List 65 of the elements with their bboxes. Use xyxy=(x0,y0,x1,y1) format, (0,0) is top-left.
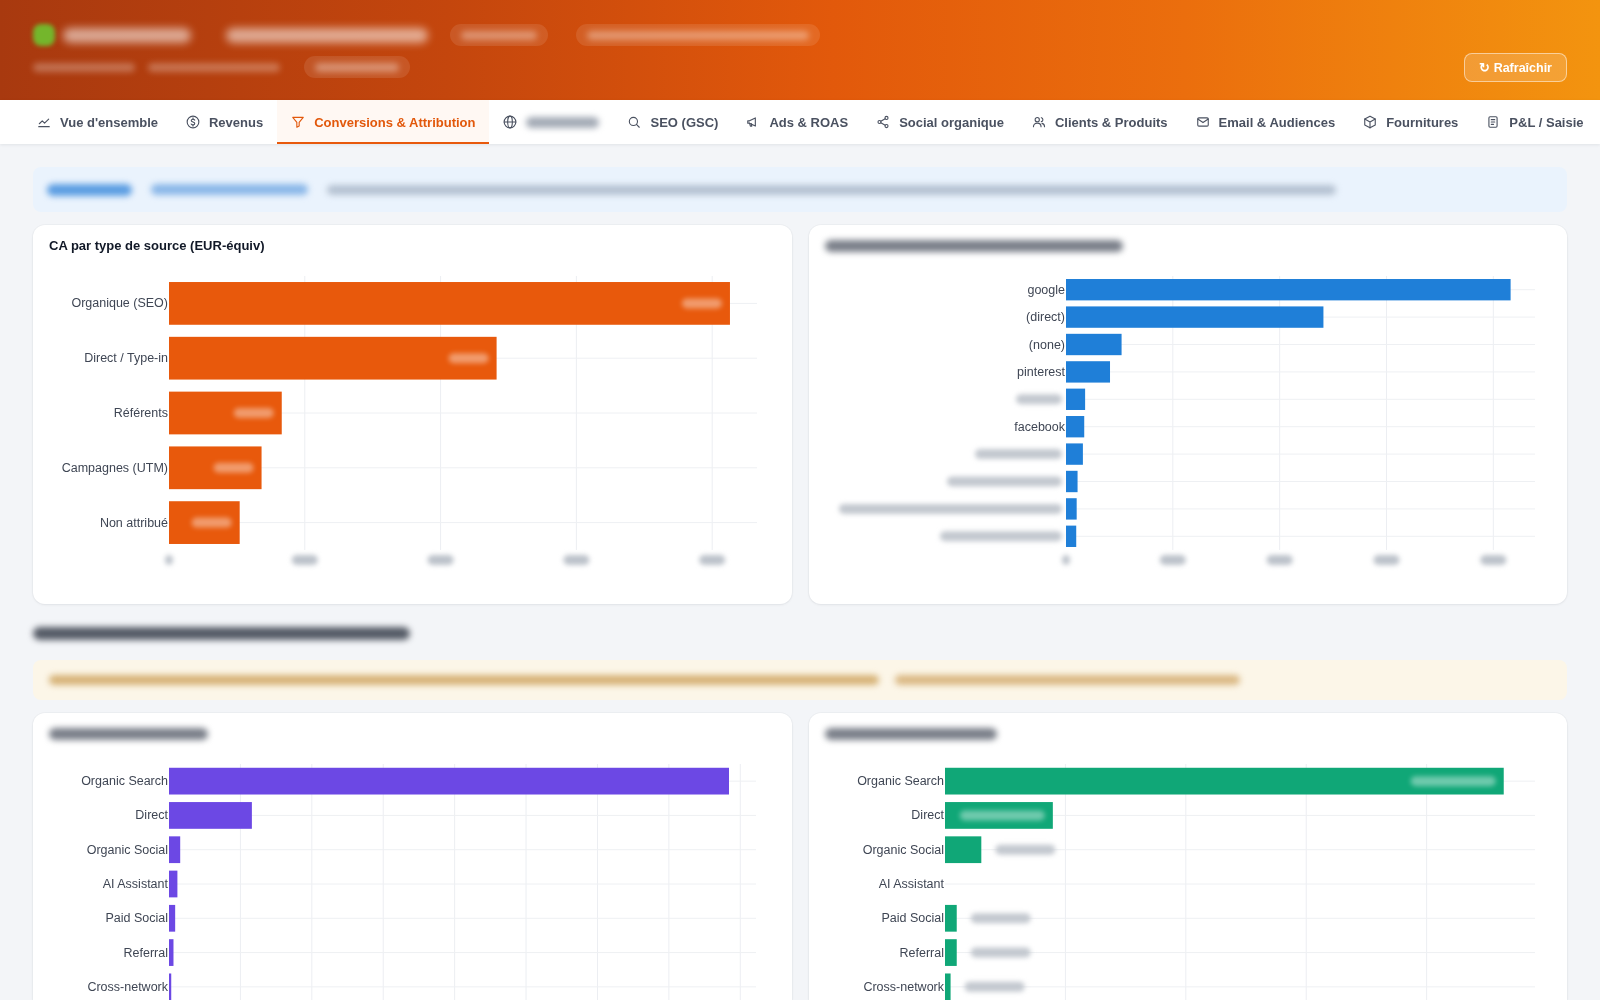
document-icon xyxy=(1486,115,1501,129)
axis-label: google xyxy=(1026,282,1065,297)
mail-icon xyxy=(1195,115,1210,129)
chart-bar xyxy=(1065,388,1085,410)
chart-bar xyxy=(1065,470,1078,493)
chart-bar xyxy=(169,836,181,864)
chart-bar xyxy=(169,973,172,1000)
axis-label: Cross-network xyxy=(87,979,168,994)
chart-bar xyxy=(1065,498,1077,520)
axis-label: Referral xyxy=(899,945,944,960)
tab[interactable]: Clients & Produits xyxy=(1017,100,1182,144)
chart-bar xyxy=(1065,333,1122,356)
funnel-icon xyxy=(291,115,306,129)
chart-title: CA par type de source (EUR-équiv) xyxy=(49,237,265,255)
dollar-icon xyxy=(186,115,200,129)
axis-label: Cross-network xyxy=(862,979,944,994)
axis-label: Organic Social xyxy=(86,842,168,857)
axis-label: Campagnes (UTM) xyxy=(61,460,168,475)
axis-label: (none) xyxy=(1028,337,1065,352)
axis-label: Non attribué xyxy=(99,515,168,530)
logo-icon xyxy=(33,24,55,46)
axis-label: facebook xyxy=(1013,419,1065,434)
chart-bar xyxy=(1065,416,1084,438)
chart-bar xyxy=(944,904,957,932)
chart-bar xyxy=(169,501,240,544)
cube-icon xyxy=(1363,115,1378,129)
axis-label: Organic Social xyxy=(862,842,944,857)
chart-bar xyxy=(1065,525,1076,547)
chart-bar xyxy=(169,870,178,898)
axis-label: Paid Social xyxy=(880,911,944,926)
axis-label: AI Assistant xyxy=(878,877,944,891)
users-icon xyxy=(1031,115,1046,129)
chart-bar xyxy=(1065,361,1110,383)
trend-line-icon xyxy=(37,115,51,129)
axis-label: Referral xyxy=(123,945,168,960)
axis-label: Paid Social xyxy=(105,911,168,926)
tab[interactable]: Conversions & Attribution xyxy=(277,100,490,144)
axis-label: Direct xyxy=(135,808,168,823)
chart-bar xyxy=(1065,443,1083,465)
blurred-text xyxy=(1015,394,1062,405)
chart-bar xyxy=(944,836,981,864)
chart-bar xyxy=(944,939,957,966)
chart-bar xyxy=(169,939,174,966)
chart-bar xyxy=(944,973,951,1000)
tab[interactable]: Vue d'ensemble xyxy=(23,100,172,144)
tab[interactable]: Revenus xyxy=(172,100,278,144)
globe-icon xyxy=(503,115,518,129)
axis-label: Organic Search xyxy=(81,774,168,789)
axis-label: pinterest xyxy=(1016,364,1065,379)
chart-bar xyxy=(169,904,176,932)
axis-label: (direct) xyxy=(1025,310,1065,325)
axis-label: AI Assistant xyxy=(102,877,168,891)
tab[interactable]: Ads & ROAS xyxy=(732,100,863,144)
tab[interactable]: Fournitures xyxy=(1349,100,1473,144)
tab[interactable]: SEO (GSC) xyxy=(613,100,733,144)
tab[interactable]: Social organique xyxy=(862,100,1018,144)
axis-label: Référents xyxy=(113,406,168,420)
search-icon xyxy=(627,115,642,129)
axis-label: Direct xyxy=(910,808,944,823)
axis-label: Organic Search xyxy=(856,774,944,789)
tab[interactable]: Email & Audiences xyxy=(1181,100,1350,144)
share-icon xyxy=(876,115,891,129)
axis-label: Direct / Type-in xyxy=(84,351,168,366)
tab[interactable]: P&L / Saisie xyxy=(1472,100,1598,144)
axis-label: Organique (SEO) xyxy=(71,296,168,311)
